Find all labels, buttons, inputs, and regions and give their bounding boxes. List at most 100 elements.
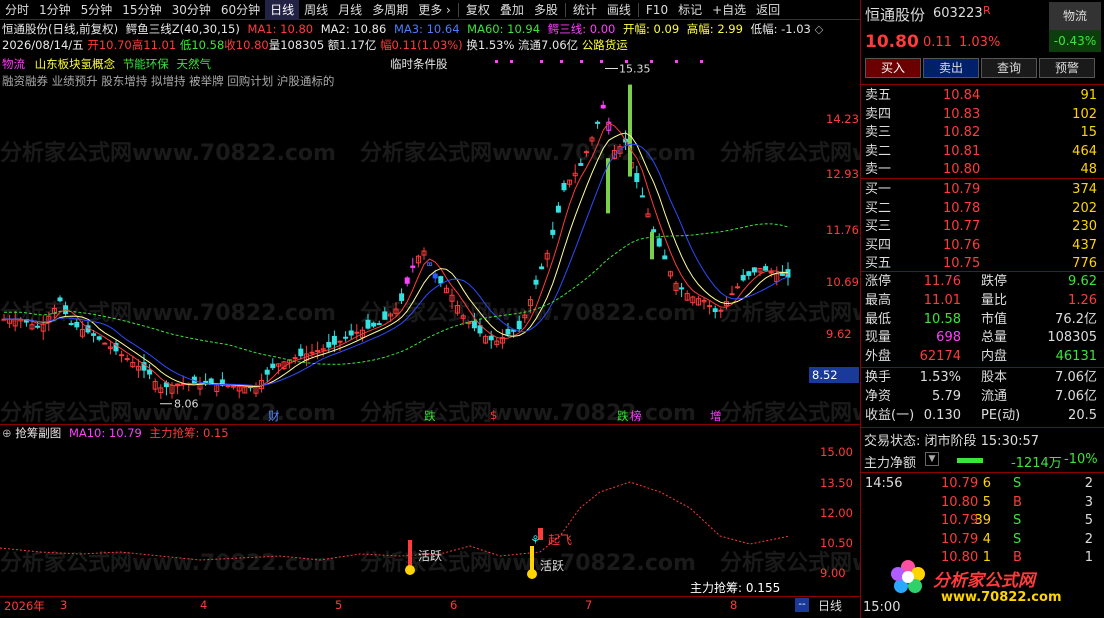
candle-body <box>331 335 337 345</box>
axis-scroll-button[interactable]: -- <box>795 598 809 612</box>
toolbar-item[interactable]: 5分钟 <box>76 0 118 20</box>
candle-body <box>763 266 769 271</box>
orderbook-row[interactable]: 买一 10.79 374 <box>863 180 1101 199</box>
stats-row: 最低 10.58 市值 76.2亿 <box>863 310 1101 329</box>
stat-label: 外盘 <box>865 349 892 365</box>
site-url: www.70822.com <box>941 590 1062 605</box>
toolbar-item[interactable]: +自选 <box>707 0 751 20</box>
toolbar-item[interactable]: 周线 <box>299 0 333 20</box>
event-marker[interactable]: $ <box>490 408 497 422</box>
tick-count: 5 <box>1084 513 1093 528</box>
signal-dot <box>560 60 563 63</box>
candle-body <box>175 383 181 386</box>
event-marker[interactable]: 跌 <box>617 408 629 424</box>
sector-button[interactable]: 物流 <box>1049 2 1101 30</box>
orderbook-row[interactable]: 买二 10.78 202 <box>863 199 1101 218</box>
toolbar-item[interactable]: 统计 <box>568 0 602 20</box>
toolbar-item[interactable]: 60分钟 <box>216 0 265 20</box>
toolbar-item[interactable]: 多股 <box>529 0 563 20</box>
sub-y-axis-tick: 10.50 <box>820 536 853 550</box>
query-button[interactable]: 查询 <box>981 58 1037 78</box>
orderbook-row[interactable]: 卖二 10.81 464 <box>863 142 1101 161</box>
level-price: 10.82 <box>943 125 981 140</box>
toolbar-item[interactable]: 分时 <box>0 0 34 20</box>
candle-body <box>315 350 321 353</box>
stat-value: 11.76 <box>923 274 961 289</box>
sub-chart-title[interactable]: 抢筹副图 <box>15 426 61 440</box>
zl-line <box>0 481 791 561</box>
orderbook-row[interactable]: 卖四 10.83 102 <box>863 105 1101 124</box>
candle-body <box>679 287 685 290</box>
candle-body <box>471 321 477 329</box>
stat-label: 涨停 <box>865 274 892 289</box>
candle-body <box>124 358 130 361</box>
candle-body <box>729 293 735 296</box>
event-marker[interactable]: 增 <box>710 408 722 424</box>
sell-button[interactable]: 卖出 <box>923 58 979 78</box>
candle-body <box>264 369 270 375</box>
toolbar-item[interactable]: F10 <box>641 0 673 20</box>
chevron-down-icon[interactable]: ▼ <box>925 452 939 466</box>
sub-chart[interactable]: 活跃活跃起飞⚘ <box>0 440 860 595</box>
level-volume: 91 <box>1080 88 1097 103</box>
toolbar-separator <box>637 2 639 17</box>
toolbar-item[interactable]: 月线 <box>333 0 367 20</box>
event-marker[interactable]: 财 <box>268 408 280 424</box>
event-marker[interactable]: 榜 <box>630 408 642 424</box>
candle-body <box>505 328 511 335</box>
orderbook-row[interactable]: 卖一 10.80 48 <box>863 160 1101 179</box>
orderbook-row[interactable]: 买三 10.77 230 <box>863 217 1101 236</box>
candle-body <box>348 330 354 336</box>
stats-row: 最高 11.01 量比 1.26 <box>863 291 1101 310</box>
alert-button[interactable]: 预警 <box>1039 58 1095 78</box>
period-label[interactable]: 日线 <box>818 597 842 614</box>
stat-value: 0.130 <box>923 407 961 423</box>
toolbar-item[interactable]: 多周期 <box>367 0 413 20</box>
orderbook-row[interactable]: 卖三 10.82 15 <box>863 123 1101 142</box>
toolbar-item[interactable]: 日线 <box>265 0 300 20</box>
signal-label: 活跃 <box>540 559 564 573</box>
candle-body <box>225 385 231 388</box>
sub-y-axis-tick: 15.00 <box>820 445 853 459</box>
sub-chart-icon[interactable]: ⊕ <box>2 426 12 440</box>
candle-body <box>35 325 41 328</box>
stat-value: 1.53% <box>919 370 961 385</box>
toolbar-item[interactable]: 标记 <box>673 0 707 20</box>
signal-dot <box>540 60 543 63</box>
toolbar-item[interactable]: 叠加 <box>495 0 529 20</box>
signal-dot <box>580 60 583 63</box>
buy-button[interactable]: 买入 <box>865 58 921 78</box>
level-volume: 374 <box>1072 182 1097 197</box>
x-axis-label: 4 <box>200 598 208 612</box>
candle-body <box>438 276 444 284</box>
min-price-label: 8.06 <box>174 398 199 411</box>
toolbar-item[interactable]: 1分钟 <box>34 0 76 20</box>
signal-label: 起飞 <box>548 533 572 547</box>
toolbar-item[interactable]: 更多 › <box>413 0 456 20</box>
toolbar-item[interactable]: 画线 <box>602 0 636 20</box>
level-label: 卖四 <box>865 106 892 122</box>
tick-time: 14:56 <box>865 476 903 491</box>
event-marker[interactable]: 跌 <box>424 408 436 424</box>
stat-label: PE(动) <box>981 407 1021 423</box>
y-axis-tick: 11.76 <box>826 223 859 237</box>
orderbook-row[interactable]: 卖五 10.84 91 <box>863 86 1101 105</box>
toolbar-item[interactable]: 30分钟 <box>167 0 216 20</box>
orderbook-row[interactable]: 买四 10.76 437 <box>863 236 1101 255</box>
level-price: 10.83 <box>943 106 981 122</box>
candle-body <box>91 333 97 336</box>
candle-body <box>785 269 791 278</box>
candle-body <box>376 323 382 326</box>
level-price: 10.78 <box>943 200 981 216</box>
flower-logo-icon <box>891 560 925 594</box>
toolbar-item[interactable]: 返回 <box>751 0 785 20</box>
stat-value: 76.2亿 <box>1055 311 1097 327</box>
candle-body <box>751 267 757 273</box>
toolbar-item[interactable]: 15分钟 <box>117 0 166 20</box>
tick-side: S <box>1013 476 1022 491</box>
candlestick-chart[interactable]: 15.35 8.06 <box>0 20 860 425</box>
stat-value: 7.06亿 <box>1055 388 1097 404</box>
candle-body <box>550 229 556 235</box>
tick-volume: 5 <box>982 494 991 510</box>
toolbar-item[interactable]: 复权 <box>461 0 495 20</box>
